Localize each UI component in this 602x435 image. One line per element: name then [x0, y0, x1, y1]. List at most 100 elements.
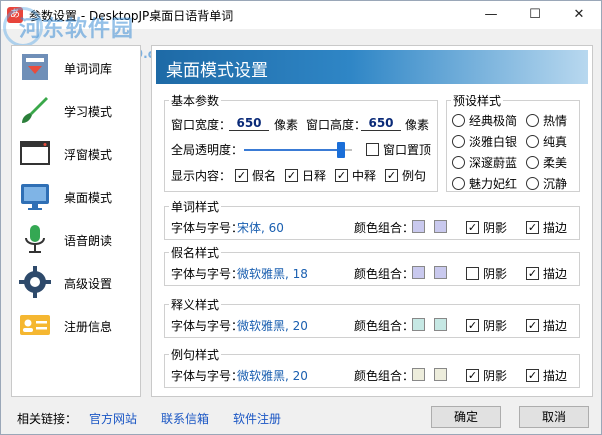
outline-checkbox[interactable]: ✓	[526, 319, 539, 332]
font-label: 字体与字号：	[171, 319, 244, 333]
sidebar-item-advanced-settings[interactable]: 高级设置	[12, 263, 140, 303]
sidebar-item-voice-reading[interactable]: 语音朗读	[12, 220, 140, 260]
preset-label: 纯真	[543, 135, 568, 149]
color-label: 颜色组合：	[354, 369, 415, 383]
preset-radio[interactable]	[452, 114, 465, 127]
related-links-label: 相关链接：	[17, 412, 78, 426]
outline-label: 描边	[543, 369, 568, 383]
unit-label: 像素	[274, 118, 299, 132]
book-icon	[22, 54, 48, 80]
group-legend: 假名样式	[171, 246, 220, 260]
color-swatch-secondary[interactable]	[434, 266, 447, 279]
preset-label: 沉静	[543, 177, 568, 191]
watermark-text: 河东软件园	[19, 16, 135, 42]
display-cn-def-checkbox[interactable]: ✓	[335, 169, 348, 182]
shadow-checkbox[interactable]	[466, 267, 479, 280]
preset-radio[interactable]	[526, 135, 539, 148]
sidebar-item-label: 学习模式	[64, 105, 113, 119]
register-link[interactable]: 软件注册	[233, 410, 281, 427]
contact-email-link[interactable]: 联系信箱	[161, 410, 209, 427]
color-label: 颜色组合：	[354, 267, 415, 281]
gear-icon	[19, 266, 51, 298]
main-panel: 桌面模式设置 基本参数 窗口宽度： 像素 窗口高度： 像素 全局透明度： 窗口置…	[151, 45, 593, 397]
color-swatch-primary[interactable]	[412, 220, 425, 233]
outline-label: 描边	[543, 221, 568, 235]
brush-icon	[22, 97, 48, 123]
outline-label: 描边	[543, 319, 568, 333]
group-legend: 释义样式	[171, 298, 220, 312]
preset-radio[interactable]	[452, 177, 465, 190]
color-swatch-primary[interactable]	[412, 318, 425, 331]
shadow-label: 阴影	[483, 221, 508, 235]
display-kana-label: 假名	[252, 169, 277, 183]
shadow-checkbox[interactable]: ✓	[466, 369, 479, 382]
opacity-label: 全局透明度：	[171, 143, 244, 157]
color-swatch-primary[interactable]	[412, 368, 425, 381]
group-legend: 基本参数	[171, 94, 220, 108]
sidebar-item-label: 桌面模式	[64, 191, 113, 205]
font-value[interactable]: 宋体, 60	[237, 219, 284, 236]
window-width-label: 窗口宽度：	[171, 118, 232, 132]
preset-radio[interactable]	[526, 156, 539, 169]
shadow-label: 阴影	[483, 369, 508, 383]
shadow-checkbox[interactable]: ✓	[466, 319, 479, 332]
color-swatch-secondary[interactable]	[434, 318, 447, 331]
preset-label: 热情	[543, 114, 568, 128]
display-jp-def-checkbox[interactable]: ✓	[285, 169, 298, 182]
preset-label: 深邃蔚蓝	[469, 156, 518, 170]
shadow-label: 阴影	[483, 267, 508, 281]
sidebar: 单词词库 学习模式 浮窗模式 桌面模式 语音朗读 高级设置 注册信息	[11, 45, 141, 397]
microphone-icon	[25, 225, 45, 253]
topmost-checkbox[interactable]	[366, 143, 379, 156]
minimize-button[interactable]: —	[469, 1, 513, 29]
color-swatch-secondary[interactable]	[434, 368, 447, 381]
opacity-slider-fill	[244, 149, 342, 151]
window-height-input[interactable]	[361, 115, 401, 131]
shadow-checkbox[interactable]: ✓	[466, 221, 479, 234]
font-value[interactable]: 微软雅黑, 18	[237, 265, 308, 282]
display-example-label: 例句	[402, 169, 427, 183]
color-swatch-secondary[interactable]	[434, 220, 447, 233]
sidebar-item-label: 注册信息	[64, 320, 113, 334]
official-site-link[interactable]: 官方网站	[89, 410, 137, 427]
settings-window: あ 参数设置 - DesktopJP桌面日语背单词 — ☐ ✕ 河东软件园 ww…	[0, 0, 602, 435]
preset-radio[interactable]	[526, 114, 539, 127]
color-label: 颜色组合：	[354, 221, 415, 235]
font-label: 字体与字号：	[171, 267, 244, 281]
section-banner: 桌面模式设置	[156, 50, 588, 84]
sidebar-item-label: 单词词库	[64, 62, 113, 76]
window-width-input[interactable]	[229, 115, 269, 131]
group-legend: 单词样式	[171, 200, 220, 214]
sidebar-item-label: 语音朗读	[64, 234, 113, 248]
font-value[interactable]: 微软雅黑, 20	[237, 367, 308, 384]
display-content-label: 显示内容：	[171, 169, 232, 183]
preset-radio[interactable]	[526, 177, 539, 190]
preset-label: 淡雅白银	[469, 135, 518, 149]
cancel-button[interactable]: 取消	[519, 406, 589, 428]
group-legend: 预设样式	[453, 94, 502, 108]
sidebar-item-registration[interactable]: 注册信息	[12, 306, 140, 346]
preset-label: 魅力妃红	[469, 177, 518, 191]
outline-checkbox[interactable]: ✓	[526, 221, 539, 234]
opacity-slider-thumb[interactable]	[337, 142, 346, 158]
sidebar-item-float-mode[interactable]: 浮窗模式	[12, 134, 140, 174]
maximize-button[interactable]: ☐	[513, 1, 557, 29]
shadow-label: 阴影	[483, 319, 508, 333]
unit-label: 像素	[405, 118, 430, 132]
outline-checkbox[interactable]: ✓	[526, 267, 539, 280]
ok-button[interactable]: 确定	[431, 406, 501, 428]
font-value[interactable]: 微软雅黑, 20	[237, 317, 308, 334]
outline-checkbox[interactable]: ✓	[526, 369, 539, 382]
preset-radio[interactable]	[452, 156, 465, 169]
id-card-icon	[20, 315, 50, 335]
color-swatch-primary[interactable]	[412, 266, 425, 279]
preset-radio[interactable]	[452, 135, 465, 148]
display-jp-def-label: 日释	[302, 169, 327, 183]
sidebar-item-study-mode[interactable]: 学习模式	[12, 91, 140, 131]
display-kana-checkbox[interactable]: ✓	[235, 169, 248, 182]
display-example-checkbox[interactable]: ✓	[385, 169, 398, 182]
sidebar-item-desktop-mode[interactable]: 桌面模式	[12, 177, 140, 217]
close-button[interactable]: ✕	[557, 1, 601, 29]
sidebar-item-word-library[interactable]: 单词词库	[12, 48, 140, 88]
color-label: 颜色组合：	[354, 319, 415, 333]
